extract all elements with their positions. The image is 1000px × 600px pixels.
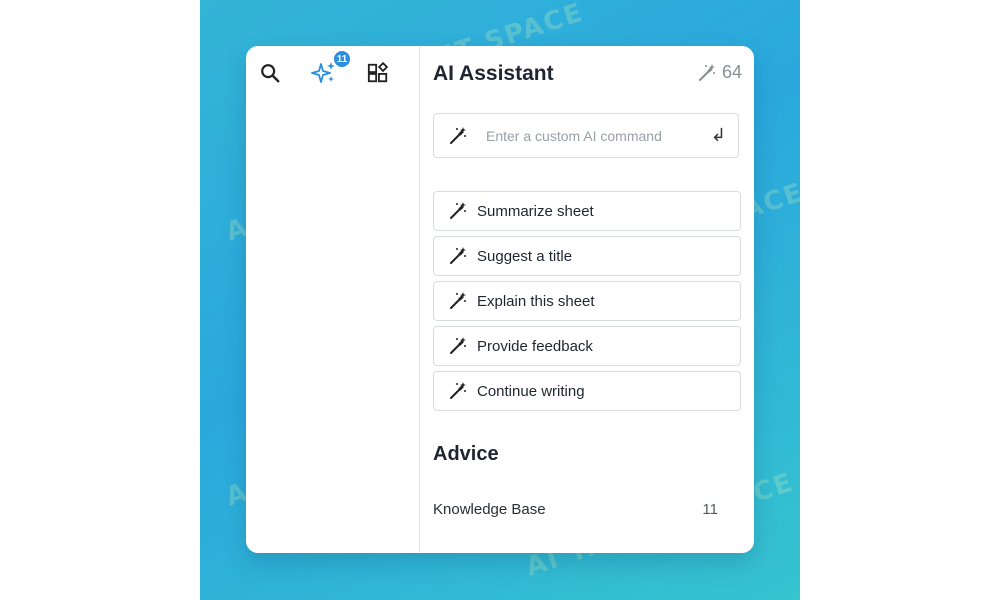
enter-icon[interactable]: ↲	[711, 125, 726, 146]
action-label: Explain this sheet	[477, 292, 595, 310]
assistant-main: AI Assistant 64 ↲	[420, 46, 754, 553]
credits-count: 64	[721, 62, 742, 82]
magic-wand-icon	[450, 126, 466, 144]
magic-wand-icon	[450, 292, 466, 309]
knowledge-base-label: Knowledge Base	[433, 501, 546, 518]
custom-command-field[interactable]: ↲	[433, 113, 739, 158]
continue-writing-button[interactable]: Continue writing	[433, 371, 741, 411]
magic-wand-icon	[450, 202, 466, 219]
notification-badge: 11	[333, 50, 351, 68]
ai-assistant-panel: 11 AI Assistant 64 Enter a custom AI com…	[246, 46, 754, 553]
magic-wand-icon	[450, 382, 466, 399]
custom-command-input[interactable]	[484, 126, 711, 145]
advice-heading: Advice	[433, 443, 499, 465]
sparkles-icon	[311, 62, 335, 83]
page-title: AI Assistant	[433, 62, 554, 85]
explain-sheet-button[interactable]: Explain this sheet	[433, 281, 741, 321]
ai-sparkles-button[interactable]: 11	[311, 50, 351, 86]
action-label: Summarize sheet	[477, 202, 594, 220]
summarize-sheet-button[interactable]: Summarize sheet	[433, 191, 741, 231]
ai-credits: 64	[697, 62, 742, 83]
action-label: Suggest a title	[477, 247, 573, 265]
search-icon	[261, 64, 280, 83]
magic-wand-icon	[450, 247, 466, 264]
apps-icon	[367, 62, 389, 83]
knowledge-base-count: 11	[702, 501, 718, 518]
magic-wand-icon	[698, 63, 715, 81]
search-button[interactable]	[257, 60, 283, 86]
provide-feedback-button[interactable]: Provide feedback	[433, 326, 741, 366]
action-label: Continue writing	[477, 382, 585, 400]
magic-wand-icon	[450, 337, 466, 354]
knowledge-base-item[interactable]: Knowledge Base 11	[433, 501, 718, 518]
icon-rail: 11	[246, 46, 420, 553]
quick-actions: Summarize sheet Suggest a title Explain …	[433, 191, 741, 416]
action-label: Provide feedback	[477, 337, 593, 355]
suggest-title-button[interactable]: Suggest a title	[433, 236, 741, 276]
apps-button[interactable]	[365, 60, 391, 86]
